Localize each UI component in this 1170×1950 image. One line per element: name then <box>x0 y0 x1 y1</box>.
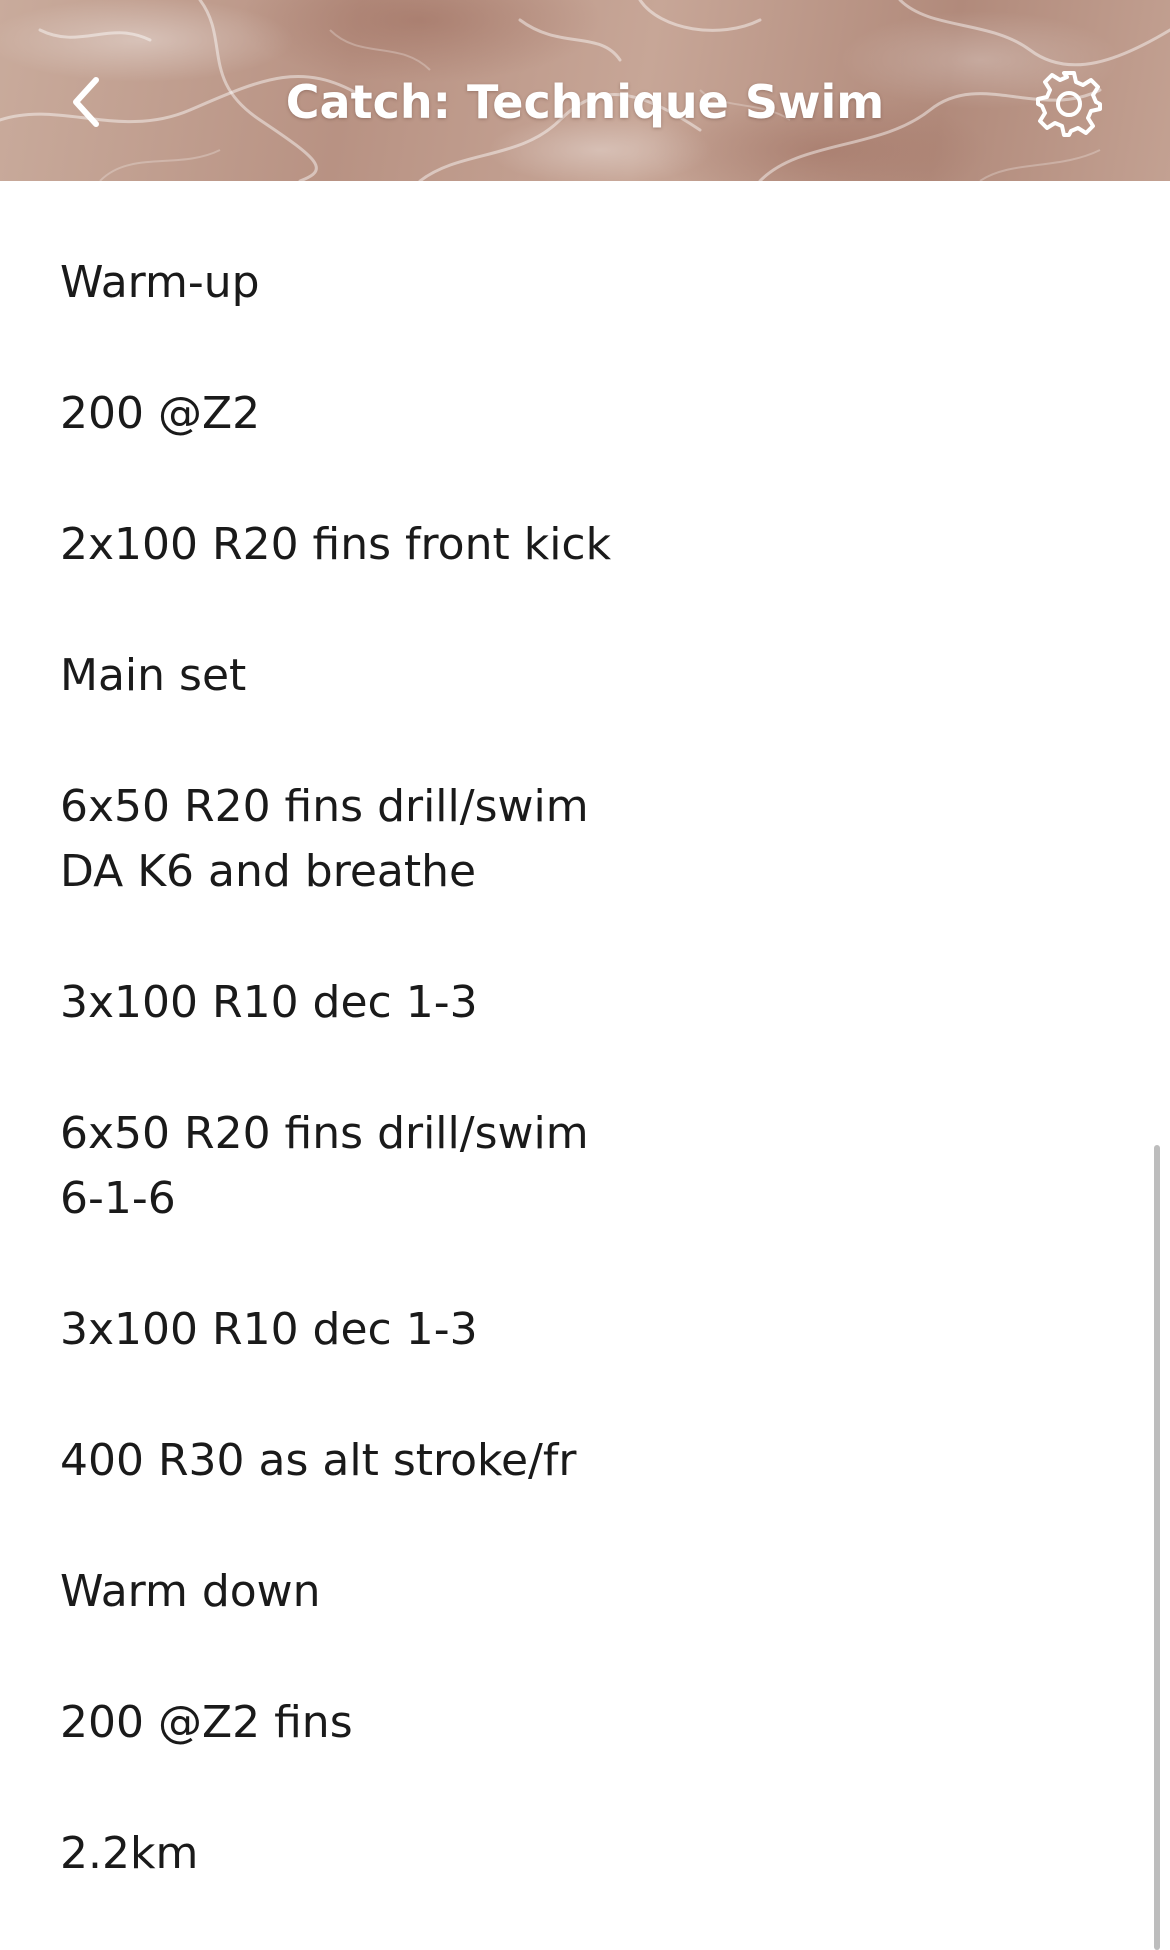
water-texture <box>0 0 1170 181</box>
workout-line: 200 @Z2 <box>60 388 261 439</box>
workout-line: 6x50 R20 fins drill/swim DA K6 and breat… <box>60 781 589 897</box>
workout-line: 3x100 R10 dec 1-3 <box>60 977 478 1028</box>
workout-line: 3x100 R10 dec 1-3 <box>60 1304 478 1355</box>
workout-line: 2x100 R20 fins front kick <box>60 519 612 570</box>
section-heading: Warm down <box>60 1566 321 1617</box>
chevron-left-icon <box>73 77 99 127</box>
total-distance: 2.2km <box>60 1828 199 1879</box>
back-button[interactable] <box>56 62 116 142</box>
header-bar: Catch: Technique Swim <box>0 0 1170 181</box>
workout-line: 200 @Z2 fins <box>60 1697 353 1748</box>
section-heading: Main set <box>60 650 247 701</box>
settings-button[interactable] <box>1033 68 1105 140</box>
workout-description: Warm-up 200 @Z2 2x100 R20 fins front kic… <box>60 250 1100 1950</box>
scrollbar[interactable] <box>1154 1145 1160 1950</box>
gear-icon <box>1036 71 1102 137</box>
workout-line: 6x50 R20 fins drill/swim 6-1-6 <box>60 1108 589 1224</box>
workout-line: 400 R30 as alt stroke/fr <box>60 1435 577 1486</box>
section-heading: Warm-up <box>60 257 260 308</box>
